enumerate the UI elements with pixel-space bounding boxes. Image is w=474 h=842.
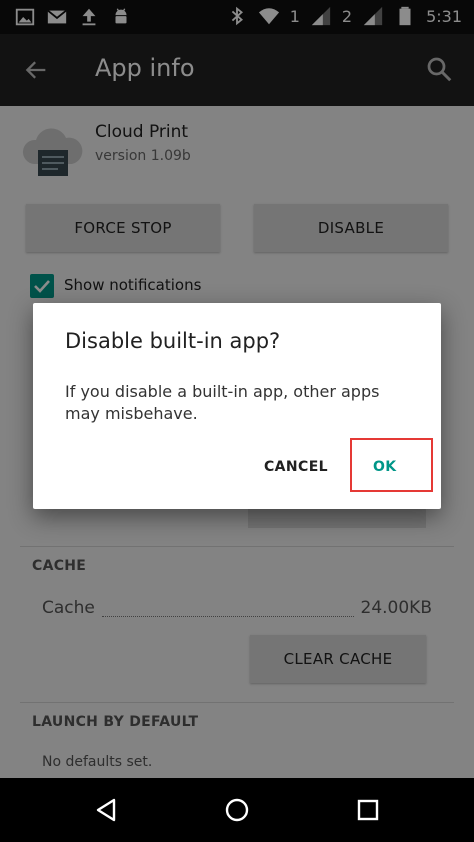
navigation-bar [0, 778, 474, 842]
home-icon[interactable] [223, 796, 251, 824]
dialog-title: Disable built-in app? [65, 329, 281, 353]
disable-app-dialog: Disable built-in app? If you disable a b… [33, 303, 441, 509]
screen: 1 2 5:31 App info Cloud Print version 1.… [0, 0, 474, 842]
back-icon[interactable] [92, 796, 120, 824]
dialog-message: If you disable a built-in app, other app… [65, 382, 380, 423]
ok-highlight-box [350, 438, 433, 492]
recents-icon[interactable] [354, 796, 382, 824]
cancel-button[interactable]: CANCEL [264, 459, 328, 475]
